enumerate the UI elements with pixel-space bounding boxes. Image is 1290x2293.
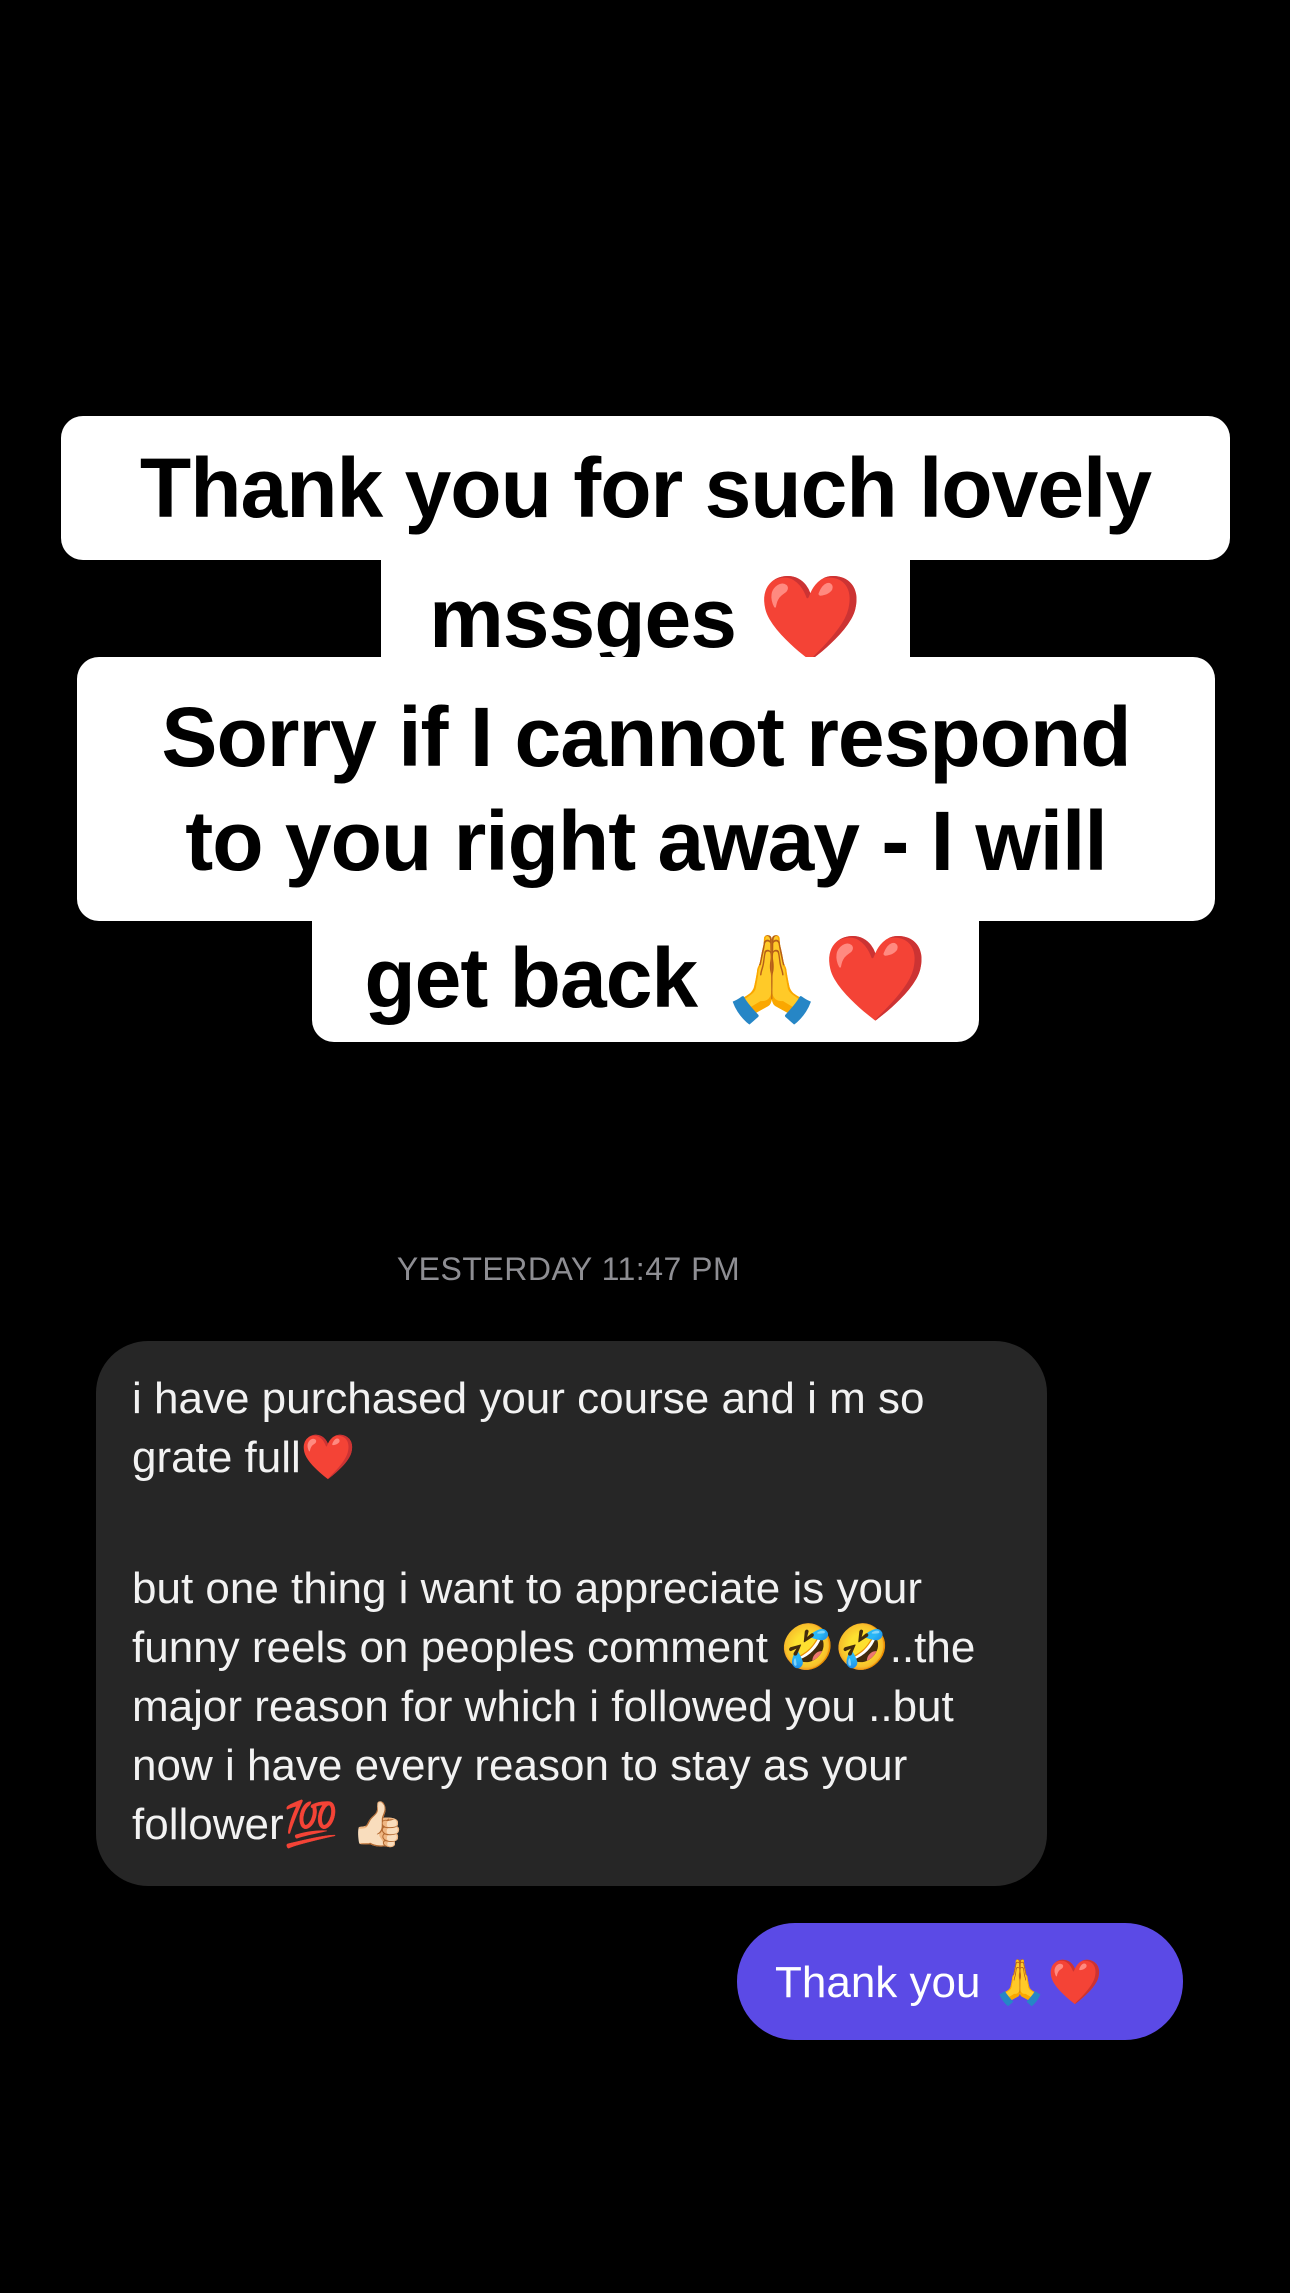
message-timestamp: YESTERDAY 11:47 PM <box>396 1251 741 1287</box>
incoming-message-paragraph-2: but one thing i want to appreciate is yo… <box>132 1564 976 1849</box>
caption-line-1: Thank you for such lovely <box>61 416 1230 560</box>
caption-text-1: Thank you for such lovely <box>139 441 1152 535</box>
story-caption: Thank you for such lovely mssges ❤️ Sorr… <box>0 0 1290 1100</box>
incoming-message-paragraph-1: i have purchased your course and i m so … <box>132 1374 925 1482</box>
caption-line-3: Sorry if I cannot respond to you right a… <box>77 657 1215 921</box>
caption-text-2: mssges ❤️ <box>429 570 863 665</box>
caption-text-3b: to you right away - I will <box>185 794 1107 888</box>
caption-text-3a: Sorry if I cannot respond <box>161 690 1131 784</box>
outgoing-message-text: Thank you 🙏❤️ <box>775 1957 1103 2007</box>
outgoing-message-bubble[interactable]: Thank you 🙏❤️ <box>737 1923 1183 2040</box>
incoming-message-bubble[interactable]: i have purchased your course and i m so … <box>96 1341 1047 1886</box>
caption-text-4: get back 🙏❤️ <box>364 931 927 1025</box>
caption-line-4: get back 🙏❤️ <box>312 914 979 1042</box>
